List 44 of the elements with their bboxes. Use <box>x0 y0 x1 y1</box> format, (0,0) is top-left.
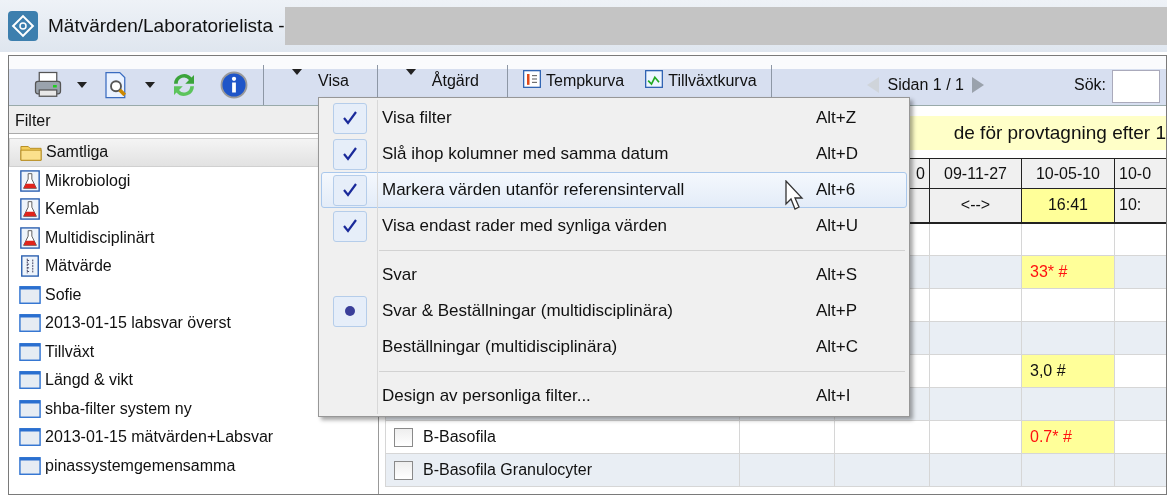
checkbox[interactable] <box>394 428 413 448</box>
filter-item[interactable]: 2013-01-15 mätvärden+Labsvar <box>9 423 378 452</box>
ruler-icon <box>19 255 41 278</box>
column-header[interactable]: 10-0 <box>1114 158 1166 189</box>
column-header[interactable]: 09-11-27 <box>929 158 1022 189</box>
value-cell: 0.7* # <box>1021 420 1115 454</box>
value-cell: 33* # <box>1021 255 1115 289</box>
menu-button[interactable]: Visa <box>318 69 349 93</box>
flask-icon <box>19 169 41 192</box>
value-cell: 3,0 # <box>1021 354 1115 388</box>
flask-icon <box>19 198 41 221</box>
checkbox[interactable] <box>394 461 413 481</box>
window-icon <box>19 340 41 363</box>
time-header: 16:41 <box>1021 188 1115 223</box>
time-header: <--> <box>929 188 1022 223</box>
flask-icon <box>19 226 41 249</box>
page-indicator: Sidan 1 / 1 <box>887 75 964 95</box>
window-icon <box>19 426 41 449</box>
column-header[interactable]: 10-05-10 <box>1021 158 1115 189</box>
window-title: Mätvärden/Laboratorielista - <box>48 13 285 38</box>
time-header: 10: <box>1114 188 1166 223</box>
caret-icon[interactable] <box>292 69 302 75</box>
caret-icon[interactable] <box>77 82 87 88</box>
caret-icon[interactable] <box>145 82 155 88</box>
search-field[interactable] <box>1112 70 1160 103</box>
caret-icon[interactable] <box>405 69 416 75</box>
printer-icon[interactable] <box>33 70 63 100</box>
app-icon <box>8 11 38 41</box>
window-icon <box>19 397 41 420</box>
toolbar-button[interactable]: Tillväxtkurva <box>668 69 757 93</box>
window-icon <box>19 369 41 392</box>
row-label: B-Basofila <box>423 428 496 445</box>
menu-item[interactable]: Markera värden utanför referensintervall Alt+6 <box>321 172 907 208</box>
row-label: B-Basofila Granulocyter <box>423 461 592 478</box>
filter-item[interactable]: pinassystemgemensamma <box>9 451 378 480</box>
window-icon <box>19 283 41 306</box>
window-icon <box>19 454 41 477</box>
menu-button[interactable]: Åtgärd <box>431 69 479 93</box>
chart-icon <box>522 69 542 89</box>
info-icon[interactable] <box>219 70 249 100</box>
window-icon <box>19 312 41 335</box>
toolbar-button[interactable]: Tempkurva <box>546 69 625 93</box>
line-chart-icon <box>644 69 665 89</box>
search-label: Sök: <box>1074 75 1106 95</box>
